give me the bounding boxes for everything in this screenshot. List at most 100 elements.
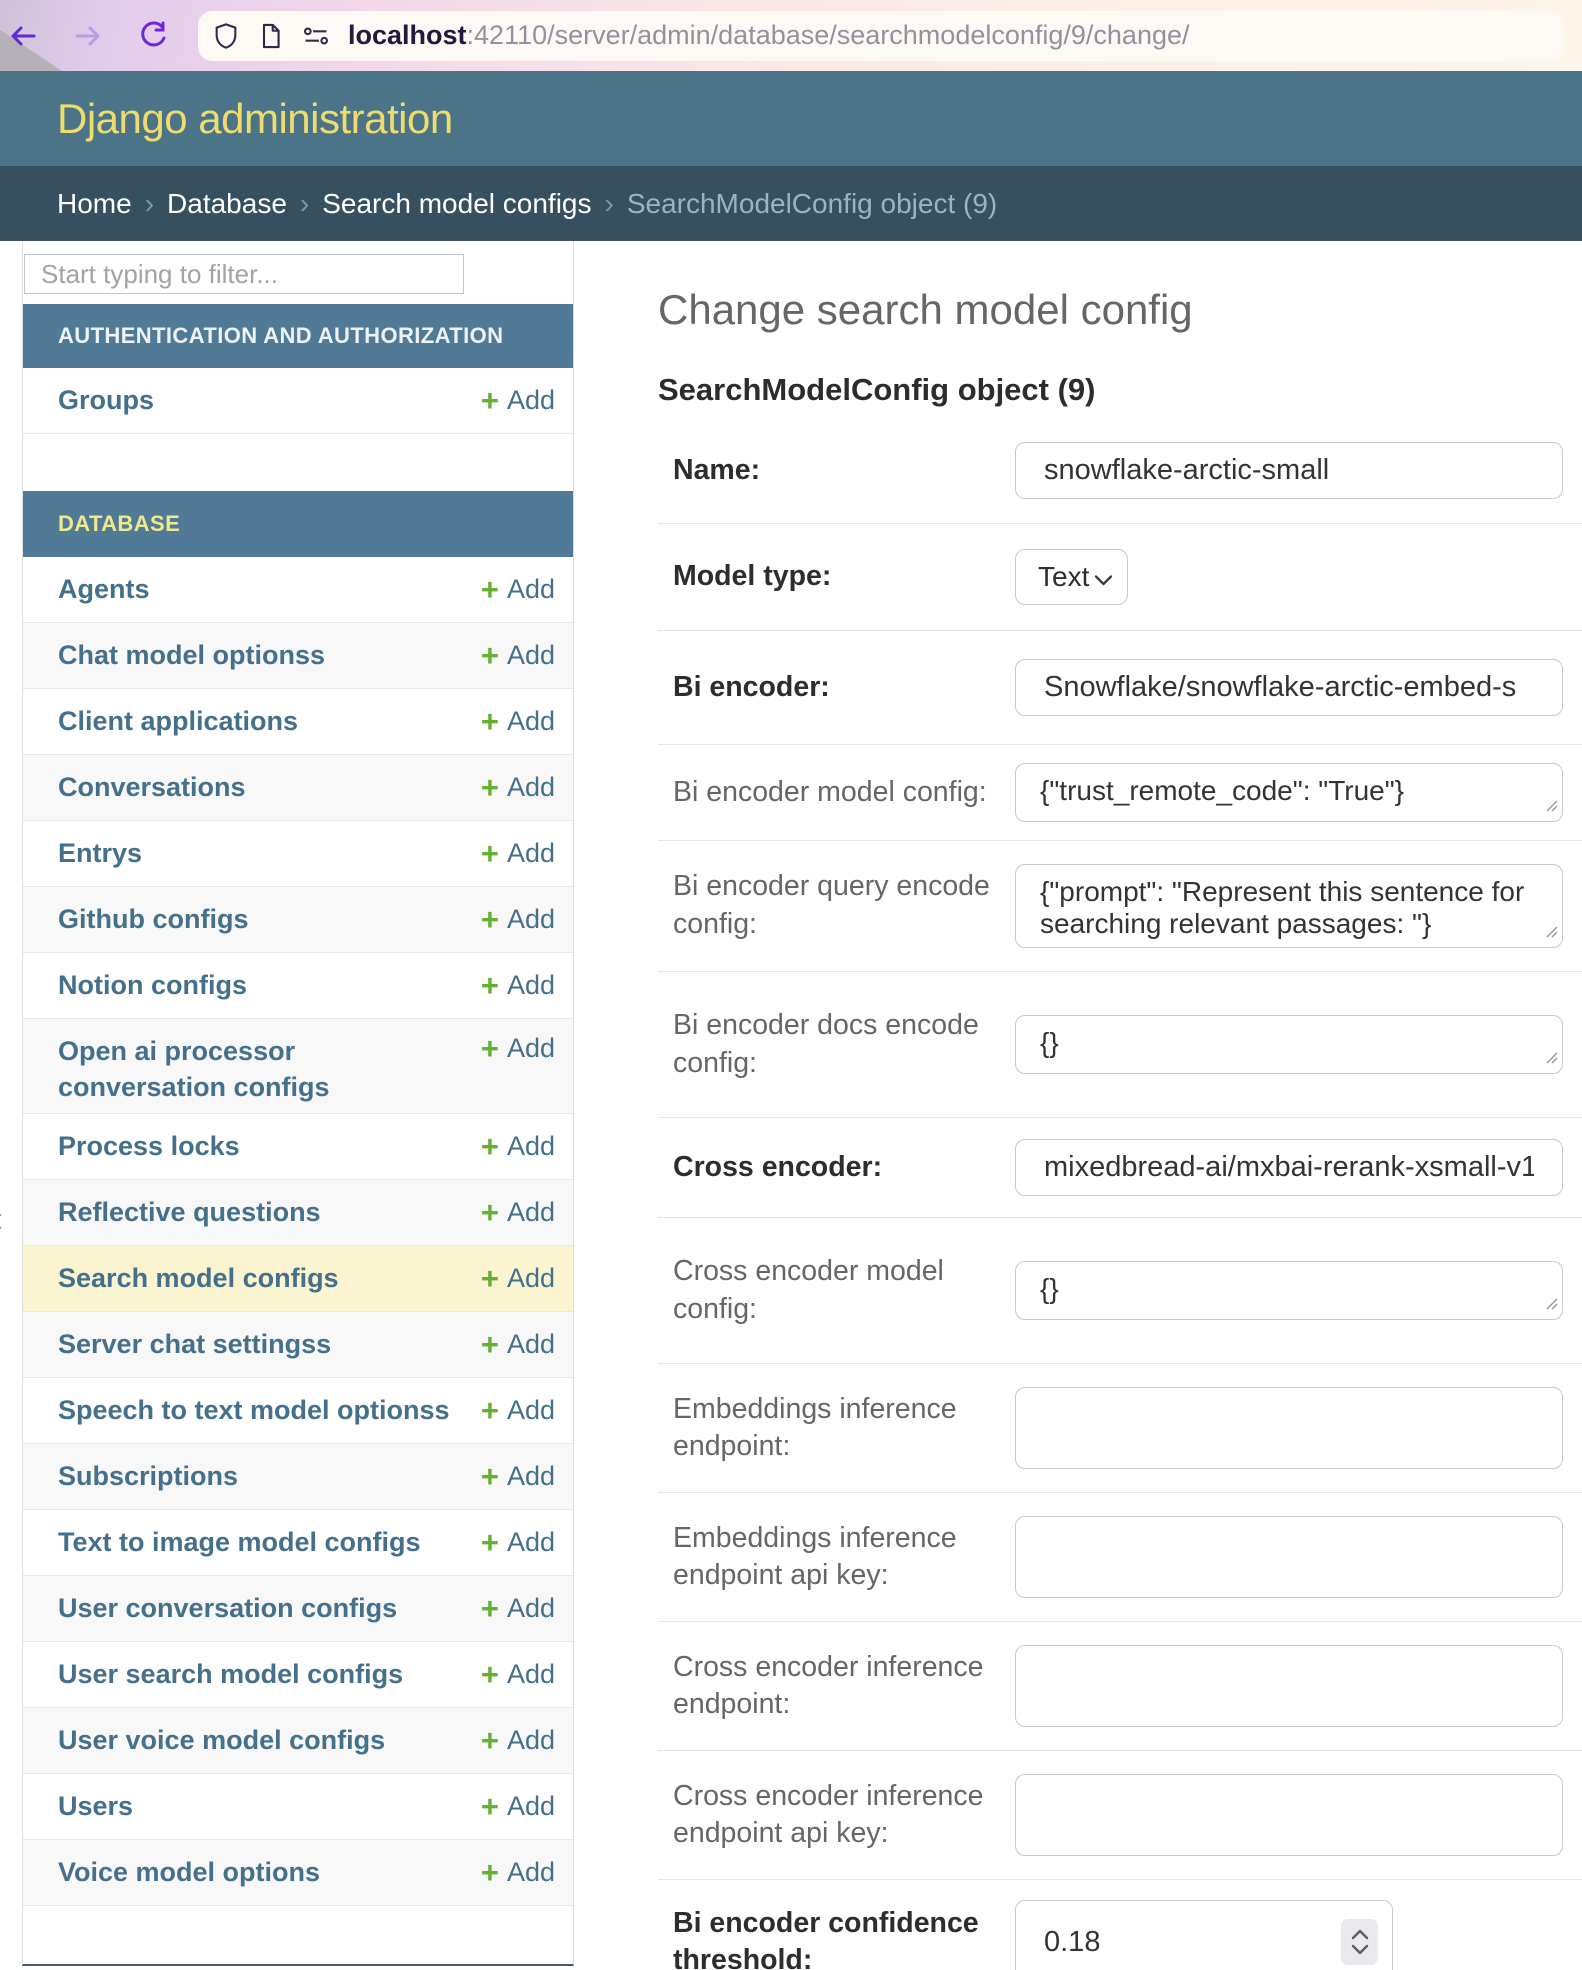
bi-encoder-query-encode-config-textarea[interactable]: {"prompt": "Represent this sentence for … [1015,864,1563,948]
resize-grip-icon[interactable] [1543,797,1558,817]
cross-encoder-inference-endpoint-input[interactable] [1015,1645,1563,1727]
sidebar-link-github-configs[interactable]: Github configs [58,901,248,937]
add-process-locks-button[interactable]: +Add [481,1131,555,1162]
model-type-select[interactable]: Text [1015,549,1128,605]
sidebar-link-user-conversation-configs[interactable]: User conversation configs [58,1590,397,1626]
sidebar-link-client-applications[interactable]: Client applications [58,703,298,739]
breadcrumb-home[interactable]: Home [57,188,132,220]
plus-icon: + [481,1197,499,1228]
forward-button[interactable] [73,21,103,51]
sidebar-link-user-search-model-configs[interactable]: User search model configs [58,1656,403,1692]
field-row-cross-encoder: Cross encoder: [658,1118,1582,1218]
reload-button[interactable] [138,21,168,51]
sidebar-link-entrys[interactable]: Entrys [58,835,142,871]
number-stepper[interactable] [1341,1919,1378,1965]
sidebar-link-server-chat-settingss[interactable]: Server chat settingss [58,1326,331,1362]
sidebar-link-users[interactable]: Users [58,1788,133,1824]
resize-grip-icon[interactable] [1543,923,1558,943]
sidebar-item-subscriptions: Subscriptions +Add [23,1444,573,1510]
field-row-bi-encoder-confidence-threshold: Bi encoder confidence threshold: 0.18 [658,1880,1582,1970]
sidebar-link-open-ai-processor-conversation-configs[interactable]: Open ai processor conversation configs [58,1033,358,1106]
shield-icon[interactable] [212,22,240,50]
add-users-button[interactable]: +Add [481,1791,555,1822]
plus-icon: + [481,706,499,737]
sidebar-link-groups[interactable]: Groups [58,382,154,418]
breadcrumb: Home › Database › Search model configs ›… [0,166,1582,241]
back-button[interactable] [8,21,38,51]
bi-encoder-confidence-threshold-input[interactable]: 0.18 [1015,1900,1393,1970]
bi-encoder-docs-encode-config-textarea[interactable]: {} [1015,1015,1563,1074]
sidebar-link-text-to-image-model-configs[interactable]: Text to image model configs [58,1524,421,1560]
add-search-model-configs-button[interactable]: +Add [481,1263,555,1294]
sidebar-link-reflective-questions[interactable]: Reflective questions [58,1194,321,1230]
embeddings-inference-endpoint-api-key-input[interactable] [1015,1516,1563,1598]
sidebar-collapse-toggle[interactable]: ‹ [0,1198,3,1240]
add-user-voice-model-configs-button[interactable]: +Add [481,1725,555,1756]
sidebar-link-speech-to-text-model-optionss[interactable]: Speech to text model optionss [58,1392,450,1428]
url-host: localhost [348,20,467,50]
sidebar-link-chat-model-optionss[interactable]: Chat model optionss [58,637,325,673]
add-speech-to-text-model-optionss-button[interactable]: +Add [481,1395,555,1426]
sidebar-link-voice-model-options[interactable]: Voice model options [58,1854,320,1890]
bi-encoder-model-config-textarea[interactable]: {"trust_remote_code": "True"} [1015,763,1563,822]
content: Change search model config SearchModelCo… [658,241,1582,1970]
breadcrumb-database[interactable]: Database [167,188,287,220]
cross-encoder-inference-endpoint-api-key-input[interactable] [1015,1774,1563,1856]
sidebar-link-user-voice-model-configs[interactable]: User voice model configs [58,1722,385,1758]
cross-encoder-inference-endpoint-api-key-label: Cross encoder inference endpoint api key… [658,1778,1015,1853]
breadcrumb-separator: › [300,188,309,220]
add-conversations-button[interactable]: +Add [481,772,555,803]
bi-encoder-model-config-label: Bi encoder model config: [658,774,1015,812]
field-row-embeddings-inference-endpoint: Embeddings inference endpoint: [658,1364,1582,1493]
cross-encoder-model-config-textarea[interactable]: {} [1015,1261,1563,1320]
add-subscriptions-button[interactable]: +Add [481,1461,555,1492]
permissions-sliders-icon[interactable] [302,22,330,50]
resize-grip-icon[interactable] [1543,1295,1558,1315]
add-user-conversation-configs-button[interactable]: +Add [481,1593,555,1624]
add-groups-button[interactable]: +Add [481,385,555,416]
name-input[interactable] [1015,442,1563,499]
nav-sidebar: AUTHENTICATION AND AUTHORIZATION Groups … [22,241,574,1966]
add-text-to-image-model-configs-button[interactable]: +Add [481,1527,555,1558]
sidebar-link-subscriptions[interactable]: Subscriptions [58,1458,238,1494]
plus-icon: + [481,1725,499,1756]
address-bar[interactable]: localhost:42110/server/admin/database/se… [198,11,1564,61]
field-row-bi-encoder-query-encode-config: Bi encoder query encode config: {"prompt… [658,841,1582,972]
add-server-chat-settingss-button[interactable]: +Add [481,1329,555,1360]
sidebar-link-process-locks[interactable]: Process locks [58,1128,240,1164]
plus-icon: + [481,1033,499,1064]
sidebar-link-search-model-configs[interactable]: Search model configs [58,1260,339,1296]
page-info-icon[interactable] [257,22,285,50]
add-voice-model-options-button[interactable]: +Add [481,1857,555,1888]
url-text[interactable]: localhost:42110/server/admin/database/se… [348,20,1190,51]
sidebar-item-user-voice-model-configs: User voice model configs +Add [23,1708,573,1774]
cross-encoder-input[interactable] [1015,1139,1563,1196]
sidebar-spacer [23,434,573,491]
add-notion-configs-button[interactable]: +Add [481,970,555,1001]
sidebar-link-agents[interactable]: Agents [58,571,150,607]
add-client-applications-button[interactable]: +Add [481,706,555,737]
add-entrys-button[interactable]: +Add [481,838,555,869]
bi-encoder-input[interactable] [1015,659,1563,716]
plus-icon: + [481,1131,499,1162]
field-row-bi-encoder-model-config: Bi encoder model config: {"trust_remote_… [658,745,1582,841]
sidebar-filter-input[interactable] [24,254,464,294]
sidebar-item-conversations: Conversations +Add [23,755,573,821]
plus-icon: + [481,1329,499,1360]
add-chat-model-optionss-button[interactable]: +Add [481,640,555,671]
site-title[interactable]: Django administration [57,95,453,143]
cross-encoder-model-config-label: Cross encoder model config: [658,1253,1015,1328]
sidebar-link-notion-configs[interactable]: Notion configs [58,967,247,1003]
sidebar-link-conversations[interactable]: Conversations [58,769,246,805]
embeddings-inference-endpoint-input[interactable] [1015,1387,1563,1469]
add-agents-button[interactable]: +Add [481,574,555,605]
add-open-ai-processor-conversation-configs-button[interactable]: +Add [481,1033,555,1064]
breadcrumb-search-model-configs[interactable]: Search model configs [322,188,591,220]
plus-icon: + [481,1263,499,1294]
add-reflective-questions-button[interactable]: +Add [481,1197,555,1228]
resize-grip-icon[interactable] [1543,1049,1558,1069]
add-github-configs-button[interactable]: +Add [481,904,555,935]
breadcrumb-separator: › [145,188,154,220]
breadcrumb-separator: › [605,188,614,220]
add-user-search-model-configs-button[interactable]: +Add [481,1659,555,1690]
